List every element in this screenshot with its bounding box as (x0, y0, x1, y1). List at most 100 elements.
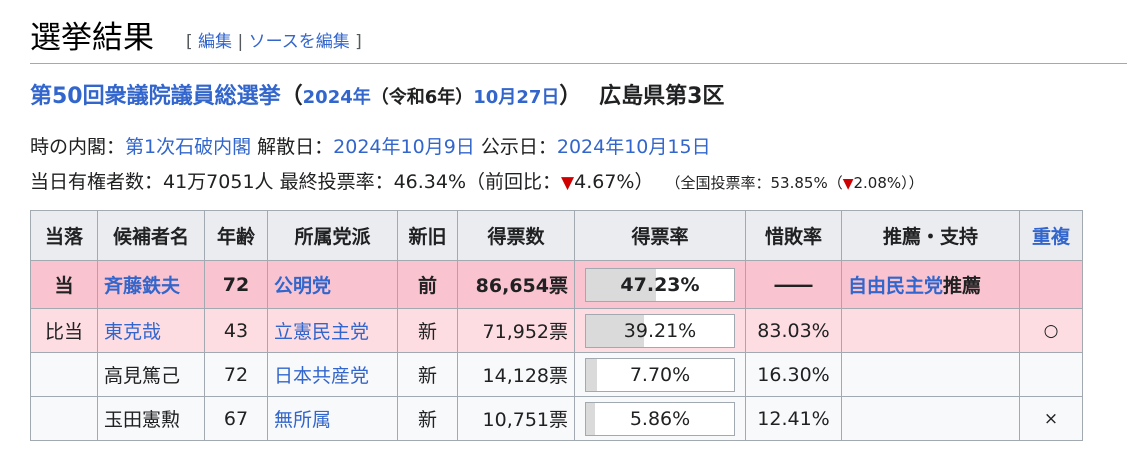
endorsement-cell (841, 352, 1020, 397)
endorsing-party-link[interactable]: 自由民主党 (848, 275, 943, 297)
duplicate-cell (1019, 352, 1083, 397)
candidate-name-link[interactable]: 斉藤鉄夫 (104, 275, 180, 297)
result-cell: 当 (30, 260, 98, 309)
duplicate-cell: × (1019, 396, 1083, 441)
sekihai-cell: ―― (745, 260, 842, 309)
result-cell: 比当 (30, 308, 98, 353)
national-change-text: 2.08%）） (853, 174, 924, 192)
paren-open: （ (280, 84, 303, 109)
party-link[interactable]: 日本共産党 (274, 365, 369, 387)
share-value: 39.21% (623, 319, 697, 342)
sekihai-cell: 12.41% (745, 396, 842, 441)
party-link[interactable]: 無所属 (274, 409, 331, 431)
voters-turnout-text: 当日有権者数：41万7051人 最終投票率：46.34%（前回比： (30, 171, 562, 193)
col-age: 年齢 (204, 210, 268, 261)
header-row: 当落 候補者名 年齢 所属党派 新旧 得票数 得票率 惜敗率 推薦・支持 重複 (30, 210, 1083, 261)
endorsement-cell (841, 396, 1020, 441)
col-share: 得票率 (574, 210, 746, 261)
table-row: 比当 東克哉 43 立憲民主党 新 71,952票 39.21% 83.03% … (30, 308, 1083, 353)
col-duplicate: 重複 (1019, 210, 1083, 261)
table-row: 玉田憲勲 67 無所属 新 10,751票 5.86% 12.41% × (30, 396, 1083, 441)
col-party: 所属党派 (267, 210, 398, 261)
duplicate-cell (1019, 260, 1083, 309)
section-title: 選挙結果 (30, 20, 154, 56)
status-cell: 新 (397, 308, 458, 353)
cabinet-link[interactable]: 第1次石破内閣 (125, 136, 251, 158)
announce-label: 公示日： (480, 136, 557, 158)
election-info-line-2: 当日有権者数：41万7051人 最終投票率：46.34%（前回比：▼4.67%）… (30, 168, 924, 198)
era-text: （令和6年） (370, 87, 474, 108)
candidate-name-cell: 東克哉 (97, 308, 205, 353)
share-cell: 39.21% (574, 308, 746, 353)
party-link[interactable]: 公明党 (274, 275, 331, 297)
party-cell: 日本共産党 (267, 352, 398, 397)
paren-close: ） (559, 84, 582, 109)
candidate-name-cell: 高見篤己 (97, 352, 205, 397)
year-link[interactable]: 2024年 (303, 87, 371, 108)
status-cell: 新 (397, 396, 458, 441)
sekihai-cell: 16.30% (745, 352, 842, 397)
votes-cell: 86,654票 (457, 260, 575, 309)
col-name: 候補者名 (97, 210, 205, 261)
national-decrease-icon: ▼ (842, 176, 854, 192)
share-cell: 47.23% (574, 260, 746, 309)
status-cell: 前 (397, 260, 458, 309)
col-votes: 得票数 (457, 210, 575, 261)
cabinet-label: 時の内閣： (30, 136, 126, 158)
candidate-name-cell: 斉藤鉄夫 (97, 260, 205, 309)
edit-section-links: [ 編集 | ソースを編集 ] (186, 30, 362, 54)
district-name: 広島県第3区 (599, 84, 725, 109)
party-cell: 無所属 (267, 396, 398, 441)
col-sekihai: 惜敗率 (745, 210, 842, 261)
duplicate-header-link[interactable]: 重複 (1032, 226, 1070, 248)
age-cell: 72 (204, 260, 268, 309)
col-status: 新旧 (397, 210, 458, 261)
table-row: 当 斉藤鉄夫 72 公明党 前 86,654票 47.23% ―― 自由民主党推… (30, 260, 1083, 309)
results-table: 当落 候補者名 年齢 所属党派 新旧 得票数 得票率 惜敗率 推薦・支持 重複 … (30, 210, 1083, 441)
share-value: 5.86% (629, 407, 691, 430)
date-link[interactable]: 10月27日 (473, 87, 559, 108)
election-title: 第50回衆議院議員総選挙（2024年（令和6年）10月27日） 広島県第3区 (30, 80, 724, 115)
turnout-change-text: 4.67%） (574, 171, 654, 193)
share-value: 47.23% (620, 273, 700, 296)
edit-bracket-close: ] (349, 32, 362, 52)
candidate-name-cell: 玉田憲勲 (97, 396, 205, 441)
share-bar: 47.23% (585, 267, 735, 302)
col-result: 当落 (30, 210, 98, 261)
sekihai-cell: 83.03% (745, 308, 842, 353)
share-bar: 39.21% (585, 313, 735, 348)
party-cell: 立憲民主党 (267, 308, 398, 353)
party-link[interactable]: 立憲民主党 (274, 321, 369, 343)
votes-cell: 71,952票 (457, 308, 575, 353)
votes-cell: 10,751票 (457, 396, 575, 441)
result-cell (30, 352, 98, 397)
age-cell: 67 (204, 396, 268, 441)
edit-link[interactable]: 編集 (198, 32, 232, 52)
candidate-name-link[interactable]: 東克哉 (104, 321, 161, 343)
dissolution-date-link[interactable]: 2024年10月9日 (333, 136, 475, 158)
endorsement-suffix: 推薦 (943, 275, 982, 297)
decrease-icon: ▼ (561, 173, 575, 193)
section-heading: 選挙結果 [ 編集 | ソースを編集 ] (30, 14, 1127, 64)
endorsement-cell (841, 308, 1020, 353)
election-info-line-1: 時の内閣：第1次石破内閣 解散日：2024年10月9日 公示日：2024年10月… (30, 133, 711, 161)
edit-separator: | (232, 32, 249, 52)
votes-cell: 14,128票 (457, 352, 575, 397)
result-cell (30, 396, 98, 441)
endorsement-cell: 自由民主党推薦 (841, 260, 1020, 309)
dissolution-label: 解散日： (257, 136, 334, 158)
share-value: 7.70% (629, 363, 691, 386)
status-cell: 新 (397, 352, 458, 397)
share-cell: 7.70% (574, 352, 746, 397)
edit-source-link[interactable]: ソースを編集 (249, 32, 350, 52)
announce-date-link[interactable]: 2024年10月15日 (557, 136, 711, 158)
national-turnout-text: （全国投票率：53.85%（ (665, 174, 843, 192)
age-cell: 43 (204, 308, 268, 353)
col-endorsement: 推薦・支持 (841, 210, 1020, 261)
share-bar: 7.70% (585, 357, 735, 392)
share-cell: 5.86% (574, 396, 746, 441)
duplicate-cell: ○ (1019, 308, 1083, 353)
election-name-link[interactable]: 第50回衆議院議員総選挙 (30, 84, 281, 109)
age-cell: 72 (204, 352, 268, 397)
national-turnout: （全国投票率：53.85%（▼2.08%）） (666, 174, 924, 192)
